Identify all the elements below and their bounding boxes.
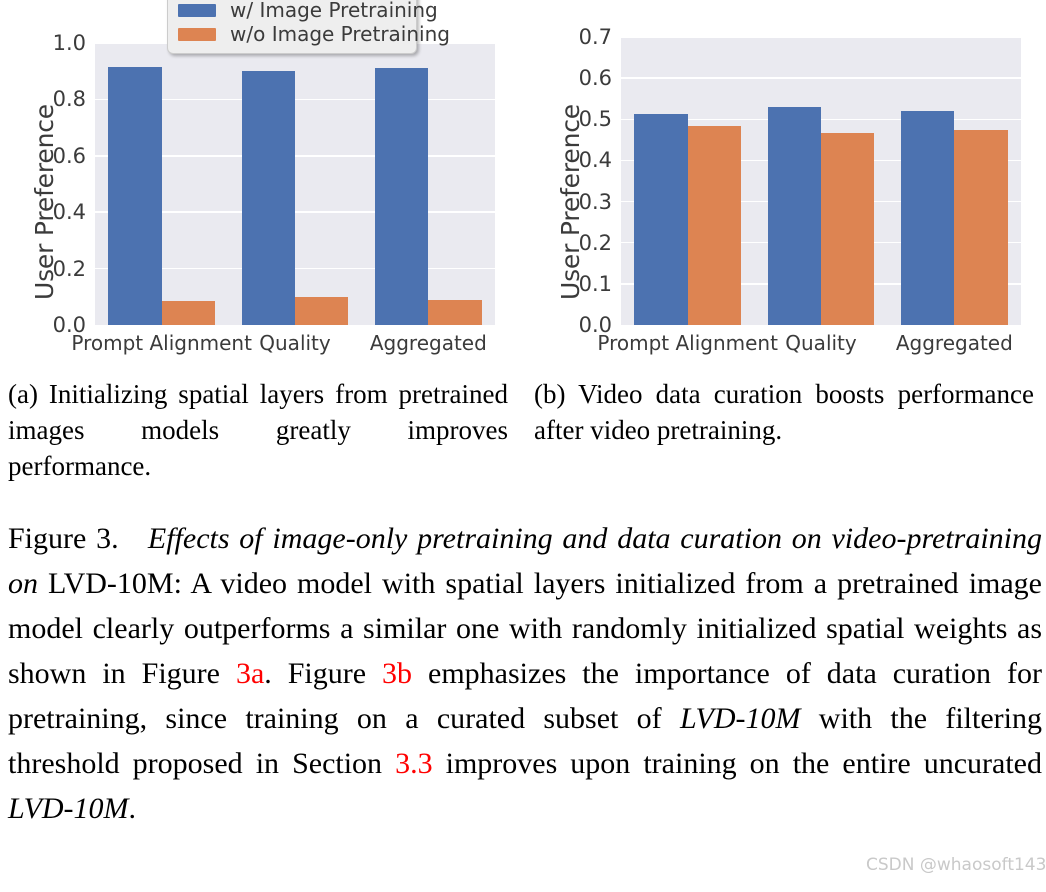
x-axis-tick-label: Quality xyxy=(259,331,331,355)
bar-a-0-1 xyxy=(161,301,215,325)
caption-italic-lvd10m-1: LVD-10M xyxy=(679,702,801,735)
caption-figure-label: Figure 3. xyxy=(8,522,119,555)
bar-a-2-0 xyxy=(375,68,429,325)
bar-a-0-0 xyxy=(108,66,162,325)
x-axis-tick-label: Aggregated xyxy=(369,331,487,355)
caption-italic-lvd10m-2: LVD-10M xyxy=(8,792,129,825)
y-axis-tick-label: 0.7 xyxy=(578,25,612,49)
y-axis-tick-label: 1.0 xyxy=(52,31,86,55)
gridline xyxy=(621,77,1021,79)
x-axis-tick-label: Prompt Alignment xyxy=(597,331,778,355)
caption-ref-3b[interactable]: 3b xyxy=(382,657,412,690)
subcaption-b: (b) Video data curation boosts performan… xyxy=(534,379,1034,445)
caption-body-6: . xyxy=(128,792,137,825)
plot-area-b: 0.0 0.1 0.2 0.3 0.4 0.5 0.6 0.7 Prompt Alignment… xyxy=(579,25,1021,355)
legend-row: w/ Image Pretraining xyxy=(178,0,438,22)
y-axis-tick-label: 0.2 xyxy=(578,230,612,255)
bar-a-1-0 xyxy=(241,71,295,325)
caption-ref-3a[interactable]: 3a xyxy=(236,657,264,690)
caption-body-5: improves upon training on the entire unc… xyxy=(432,747,1042,780)
watermark: CSDN @whaosoft143 xyxy=(866,855,1046,875)
bar-a-2-1 xyxy=(428,299,482,325)
bar-b-0-0 xyxy=(634,113,688,325)
bar-b-2-0 xyxy=(901,111,955,325)
y-axis-tick-label: 0.3 xyxy=(578,189,612,214)
legend-label: w/o Image Pretraining xyxy=(230,22,450,46)
bar-b-1-1 xyxy=(821,132,875,325)
y-axis-tick-label: 0.8 xyxy=(52,87,86,112)
y-axis-tick-label: 0.6 xyxy=(52,143,86,168)
y-axis-tick-label: 0.2 xyxy=(52,256,86,281)
plot-area-a: 0.0 0.2 0.4 0.6 0.8 1.0 Prompt Alignment Qualit… xyxy=(53,31,495,355)
caption-body-2: . Figure xyxy=(264,657,383,690)
subcaption-a: (a) Initializing spatial layers from pre… xyxy=(8,379,508,481)
caption-dataset-name: LVD-10M xyxy=(48,567,174,600)
bar-b-0-1 xyxy=(687,126,741,325)
bar-b-2-1 xyxy=(954,129,1008,325)
bar-a-1-1 xyxy=(295,296,349,325)
x-axis-tick-label: Quality xyxy=(785,331,857,355)
legend-swatch-icon xyxy=(178,27,216,41)
y-axis-tick-label: 0.4 xyxy=(52,200,86,225)
x-axis-tick-label: Prompt Alignment xyxy=(71,331,252,355)
figure-caption: Figure 3. Effects of image-only pretrain… xyxy=(8,516,1042,831)
y-axis-tick-label: 0.4 xyxy=(578,148,612,173)
caption-ref-section-33[interactable]: 3.3 xyxy=(395,747,433,780)
bar-b-1-0 xyxy=(767,106,821,325)
legend-swatch-icon xyxy=(178,3,216,17)
legend-a: w/ Image Pretraining w/o Image Pretraini… xyxy=(167,0,450,54)
subcaptions: (a) Initializing spatial layers from pre… xyxy=(0,376,1046,496)
y-axis-tick-label: 0.6 xyxy=(578,66,612,91)
y-axis-tick-label: 0.5 xyxy=(578,107,612,132)
gridline xyxy=(621,36,1021,38)
x-axis-tick-label: Aggregated xyxy=(895,331,1013,355)
y-axis-tick-label: 0.1 xyxy=(578,271,612,296)
legend-row: w/o Image Pretraining xyxy=(178,22,450,46)
legend-label: w/ Image Pretraining xyxy=(230,0,438,22)
chart-panel-a: User Preference 0.0 0.2 0.4 0.6 0.8 1.0 Prompt… xyxy=(0,0,520,370)
chart-panel-b: User Preference 0.0 0.1 0.2 0.3 0.4 0.5 0.6 0.7… xyxy=(526,0,1046,370)
figure-row: User Preference 0.0 0.2 0.4 0.6 0.8 1.0 Prompt… xyxy=(0,0,1046,370)
